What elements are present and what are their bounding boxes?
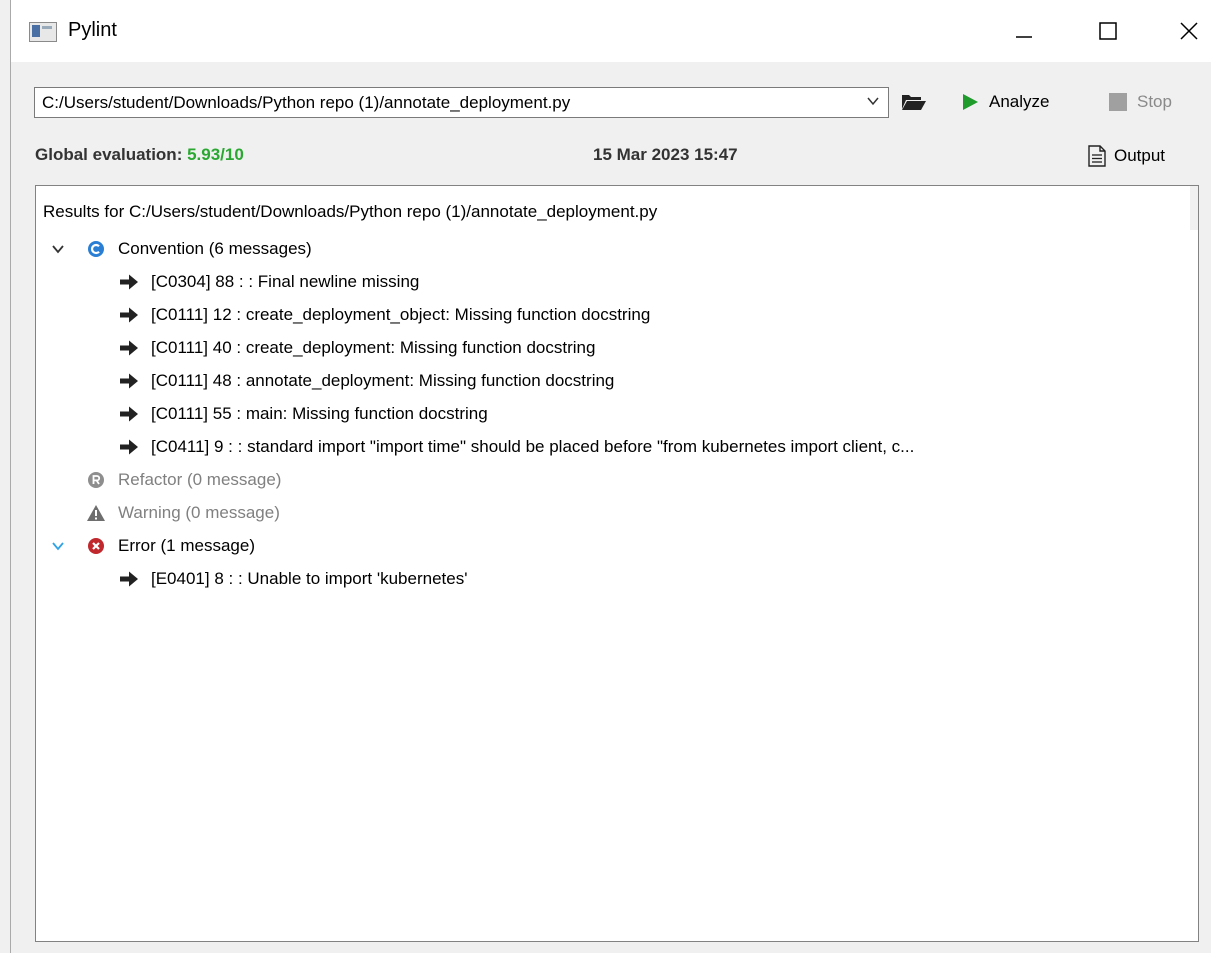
tree-message[interactable]: [C0411] 9 : : standard import "import ti… <box>119 430 914 463</box>
tree-category-error[interactable]: Error (1 message) <box>48 529 255 562</box>
chevron-down-icon[interactable] <box>48 539 68 553</box>
maximize-button[interactable] <box>1085 8 1131 54</box>
results-header: Results for C:/Users/student/Downloads/P… <box>43 202 658 221</box>
scrollbar[interactable] <box>1190 186 1198 230</box>
refactor-icon <box>86 470 106 490</box>
tree-category-convention[interactable]: Convention (6 messages) <box>48 232 312 265</box>
refactor-label: Refactor (0 message) <box>118 469 282 489</box>
arrow-right-icon <box>120 340 138 355</box>
minimize-button[interactable] <box>1001 8 1047 54</box>
tree-category-refactor[interactable]: Refactor (0 message) <box>86 463 281 496</box>
arrow-right-icon <box>120 439 138 454</box>
window-title: Pylint <box>68 19 117 41</box>
output-button[interactable]: Output <box>1088 142 1165 170</box>
document-icon <box>1088 145 1106 167</box>
analyze-label: Analyze <box>989 92 1050 111</box>
message-text: [C0304] 88 : : Final newline missing <box>151 271 420 291</box>
message-text: [C0111] 12 : create_deployment_object: M… <box>151 304 651 324</box>
folder-open-icon <box>902 95 926 110</box>
convention-icon <box>86 239 106 259</box>
results-tree[interactable]: Results for C:/Users/student/Downloads/P… <box>35 185 1199 942</box>
message-text: [C0111] 48 : annotate_deployment: Missin… <box>151 370 615 390</box>
message-text: [E0401] 8 : : Unable to import 'kubernet… <box>151 568 468 588</box>
error-icon <box>86 536 106 556</box>
open-file-button[interactable] <box>898 87 930 117</box>
stop-icon <box>1109 93 1127 111</box>
maximize-icon <box>1099 22 1117 40</box>
tree-message[interactable]: [C0111] 48 : annotate_deployment: Missin… <box>119 364 614 397</box>
evaluation-date: 15 Mar 2023 15:47 <box>593 145 738 164</box>
message-text: [C0111] 40 : create_deployment: Missing … <box>151 337 596 357</box>
message-text: [C0111] 55 : main: Missing function docs… <box>151 403 488 423</box>
tree-message[interactable]: [C0111] 40 : create_deployment: Missing … <box>119 331 595 364</box>
minimize-icon <box>1016 36 1032 38</box>
chevron-down-icon[interactable] <box>48 242 68 256</box>
warning-label: Warning (0 message) <box>118 502 280 522</box>
arrow-right-icon <box>120 373 138 388</box>
arrow-right-icon <box>120 307 138 322</box>
close-icon <box>1180 22 1198 40</box>
output-label: Output <box>1114 146 1166 165</box>
file-path-combobox[interactable]: C:/Users/student/Downloads/Python repo (… <box>34 87 889 118</box>
tree-message[interactable]: [C0111] 12 : create_deployment_object: M… <box>119 298 650 331</box>
global-evaluation-score: 5.93/10 <box>187 145 244 164</box>
tree-category-warning[interactable]: Warning (0 message) <box>86 496 280 529</box>
analyze-button[interactable]: Analyze <box>961 87 1049 117</box>
tree-message[interactable]: [C0304] 88 : : Final newline missing <box>119 265 419 298</box>
stop-button[interactable]: Stop <box>1109 87 1172 117</box>
file-path-value: C:/Users/student/Downloads/Python repo (… <box>42 93 571 112</box>
pylint-window: Pylint C:/Users/student/Downloads/Python… <box>10 0 1211 953</box>
chevron-down-icon[interactable] <box>866 94 880 113</box>
title-bar: Pylint <box>11 0 1211 62</box>
play-icon <box>963 94 978 110</box>
convention-label: Convention (6 messages) <box>118 238 312 258</box>
stop-label: Stop <box>1137 92 1172 111</box>
arrow-right-icon <box>120 274 138 289</box>
warning-icon <box>86 503 106 523</box>
message-text: [C0411] 9 : : standard import "import ti… <box>151 436 915 456</box>
tree-message[interactable]: [E0401] 8 : : Unable to import 'kubernet… <box>119 562 467 595</box>
arrow-right-icon <box>120 571 138 586</box>
global-evaluation: Global evaluation: 5.93/10 <box>35 145 244 165</box>
app-icon <box>29 22 57 42</box>
close-button[interactable] <box>1166 8 1211 54</box>
tree-message[interactable]: [C0111] 55 : main: Missing function docs… <box>119 397 488 430</box>
global-evaluation-label: Global evaluation: <box>35 145 188 164</box>
arrow-right-icon <box>120 406 138 421</box>
error-label: Error (1 message) <box>118 535 255 555</box>
